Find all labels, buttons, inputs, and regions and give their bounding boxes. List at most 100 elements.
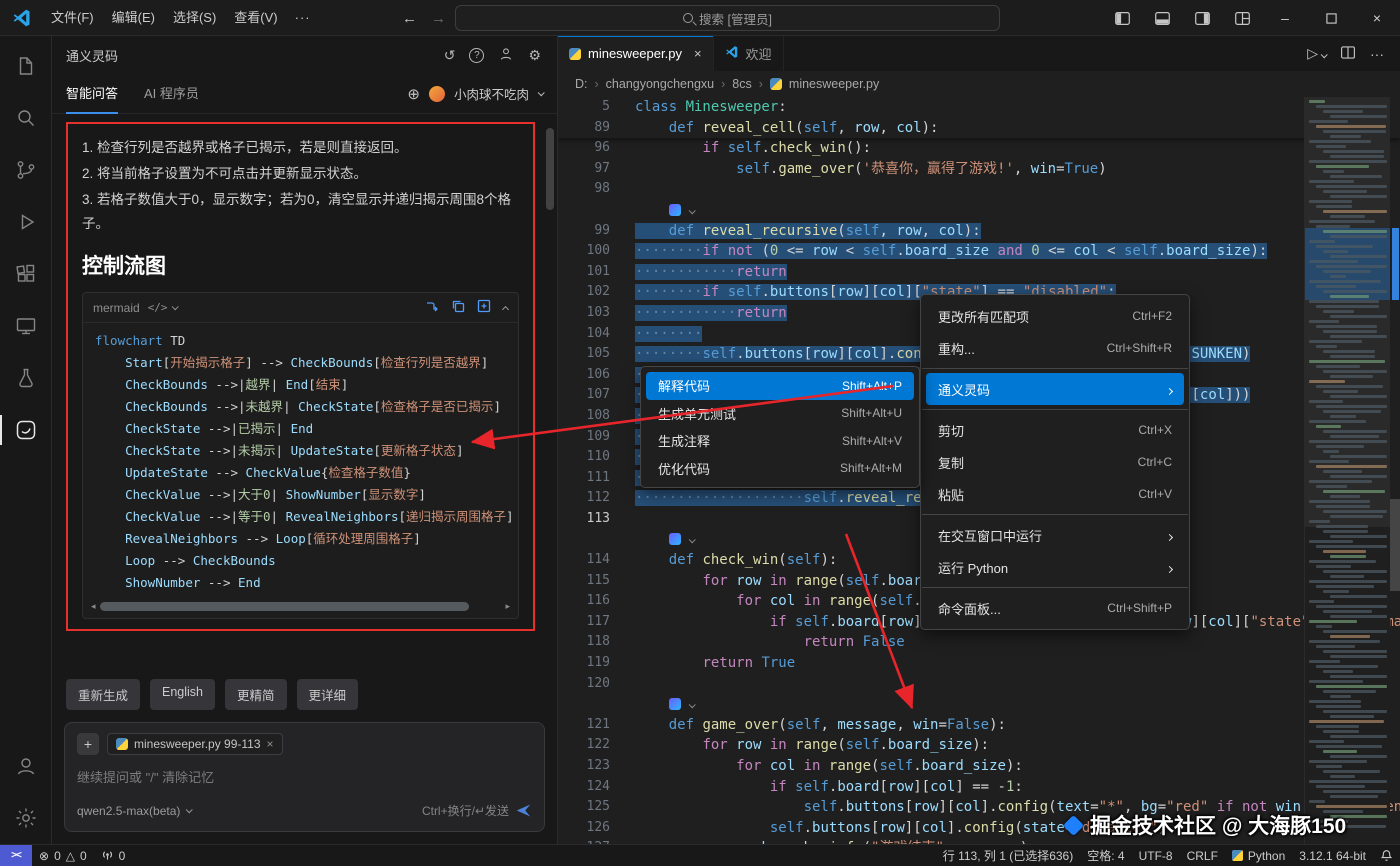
context-menu-item[interactable]: 在交互窗口中运行 — [926, 519, 1184, 551]
code-line[interactable]: 98 — [558, 179, 1400, 200]
menubar-item[interactable]: 编辑(E) — [103, 0, 164, 36]
code-horizontal-scrollbar[interactable]: ◂ ▸ — [91, 601, 510, 611]
chip-close-icon[interactable]: × — [267, 737, 274, 751]
mermaid-source[interactable]: flowchart TD Start[开始揭示格子] --> CheckBoun… — [83, 323, 518, 596]
context-menu-item[interactable]: 更改所有匹配项 Ctrl+F2 — [926, 300, 1184, 332]
code-line[interactable]: 120 — [558, 674, 1400, 695]
code-line[interactable]: 126 self.buttons[row][col].config(state=… — [558, 818, 1400, 839]
remote-explorer-icon[interactable] — [0, 300, 51, 352]
add-context-button[interactable]: + — [77, 733, 99, 755]
new-chat-icon[interactable]: ⊕ — [407, 85, 420, 103]
sidebar-tab[interactable]: AI 程序员 — [144, 74, 199, 114]
context-menu-item[interactable]: 剪切 Ctrl+X — [926, 414, 1184, 446]
notifications-bell-icon[interactable] — [1373, 845, 1400, 866]
account-icon[interactable] — [0, 740, 51, 792]
code-line[interactable]: 97 self.game_over('恭喜你，赢得了游戏!', win=True… — [558, 159, 1400, 180]
tongyi-menu-item[interactable]: 生成单元测试 Shift+Alt+U — [646, 400, 914, 428]
status-bar-item[interactable]: 3.12.1 64-bit — [1292, 845, 1373, 866]
preview-flow-icon[interactable] — [425, 299, 439, 316]
tongyi-menu-item[interactable]: 生成注释 Shift+Alt+V — [646, 427, 914, 455]
source-control-icon[interactable] — [0, 144, 51, 196]
tongyi-inline-icon[interactable] — [669, 533, 681, 546]
editor-scrollbar[interactable] — [1390, 97, 1400, 844]
context-menu-item[interactable]: 通义灵码 — [926, 373, 1184, 405]
answer-action-button[interactable]: 更详细 — [296, 679, 359, 710]
breadcrumb-item[interactable]: 8cs — [732, 77, 751, 91]
ai-hint-row[interactable] — [558, 694, 1400, 715]
editor-tab[interactable]: 欢迎 — [714, 36, 784, 71]
titlebar-search[interactable]: 搜索 [管理员] — [455, 5, 1000, 31]
search-sidebar-icon[interactable] — [0, 92, 51, 144]
code-line[interactable]: 96 if self.check_win(): — [558, 138, 1400, 159]
context-menu-item[interactable]: 运行 Python — [926, 551, 1184, 583]
customize-layout-icon[interactable] — [1222, 0, 1262, 36]
status-bar-item[interactable]: Python — [1225, 845, 1292, 866]
answer-action-button[interactable]: English — [150, 679, 216, 710]
status-bar-item[interactable]: 空格: 4 — [1080, 845, 1131, 866]
minimize-button[interactable]: – — [1262, 0, 1308, 36]
nav-back-icon[interactable]: ← — [402, 10, 417, 27]
help-icon[interactable]: ? — [469, 47, 485, 63]
user-menu[interactable]: 小肉球不吃肉 — [454, 84, 529, 103]
code-line[interactable]: 118 return False — [558, 632, 1400, 653]
tongyi-menu-item[interactable]: 优化代码 Shift+Alt+M — [646, 455, 914, 483]
ports-indicator[interactable]: 0 — [94, 845, 133, 866]
history-icon[interactable]: ↺ — [444, 47, 456, 64]
run-debug-icon[interactable] — [0, 196, 51, 248]
chevron-down-icon[interactable] — [537, 89, 545, 97]
toggle-sidebar-icon[interactable] — [1102, 0, 1142, 36]
feedback-icon[interactable] — [498, 46, 514, 65]
nav-forward-icon[interactable]: → — [431, 10, 446, 27]
sidebar-settings-icon[interactable]: ⚙ — [528, 47, 541, 64]
answer-action-button[interactable]: 更精简 — [225, 679, 287, 710]
tongyi-inline-icon[interactable] — [669, 698, 681, 711]
sidebar-scrollbar[interactable] — [546, 128, 554, 210]
chat-input-box[interactable]: + minesweeper.py 99-113 × 继续提问或 "/" 清除记忆… — [64, 722, 545, 832]
context-menu-item[interactable]: 命令面板... Ctrl+Shift+P — [926, 592, 1184, 624]
menubar-item[interactable]: 文件(F) — [42, 0, 103, 36]
tongyi-inline-icon[interactable] — [669, 203, 681, 216]
chevron-down-icon[interactable] — [688, 202, 696, 218]
breadcrumb-item[interactable]: minesweeper.py — [789, 77, 879, 91]
status-bar-item[interactable]: 行 113, 列 1 (已选择636) — [936, 845, 1081, 866]
scroll-right-icon[interactable]: ▸ — [505, 601, 510, 612]
sidebar-tab[interactable]: 智能问答 — [66, 74, 119, 114]
context-menu-item[interactable]: 粘贴 Ctrl+V — [926, 478, 1184, 510]
chevron-down-icon[interactable] — [688, 531, 696, 547]
toggle-panel-icon[interactable] — [1142, 0, 1182, 36]
code-line[interactable]: 124 if self.board[row][col] == -1: — [558, 777, 1400, 798]
code-line[interactable]: 5 class Minesweeper: — [558, 97, 1400, 118]
ai-hint-row[interactable] — [558, 200, 1400, 221]
menubar-item[interactable]: 选择(S) — [164, 0, 225, 36]
split-editor-icon[interactable] — [1341, 45, 1355, 62]
tongyi-lingma-icon[interactable] — [0, 404, 51, 456]
menubar-item[interactable]: 查看(V) — [225, 0, 286, 36]
chevron-down-icon[interactable] — [688, 696, 696, 712]
close-button[interactable]: × — [1354, 0, 1400, 36]
context-chip[interactable]: minesweeper.py 99-113 × — [107, 733, 283, 755]
scrollbar-thumb[interactable] — [1390, 499, 1400, 591]
code-line[interactable]: 100 ········if not (0 <= row < self.board… — [558, 241, 1400, 262]
editor-tab[interactable]: minesweeper.py × — [558, 36, 714, 71]
code-line[interactable]: 122 for row in range(self.board_size): — [558, 735, 1400, 756]
tab-close-icon[interactable]: × — [694, 46, 702, 61]
context-menu-item[interactable]: 复制 Ctrl+C — [926, 446, 1184, 478]
status-bar-item[interactable]: CRLF — [1180, 845, 1225, 866]
chat-input-placeholder[interactable]: 继续提问或 "/" 清除记忆 — [77, 767, 532, 786]
model-selector[interactable]: qwen2.5-max(beta) — [77, 804, 180, 818]
code-line[interactable]: 119 return True — [558, 653, 1400, 674]
code-line[interactable]: 125 self.buttons[row][col].config(text="… — [558, 797, 1400, 818]
explorer-icon[interactable] — [0, 40, 51, 92]
insert-code-icon[interactable] — [477, 299, 491, 316]
send-icon[interactable] — [515, 802, 532, 819]
problems-indicator[interactable]: ⊗ 0 △ 0 — [32, 845, 94, 866]
breadcrumb-item[interactable]: D: — [575, 77, 588, 91]
code-line[interactable]: 123 for col in range(self.board_size): — [558, 756, 1400, 777]
context-menu-item[interactable]: 重构... Ctrl+Shift+R — [926, 332, 1184, 364]
maximize-button[interactable] — [1308, 0, 1354, 36]
copy-icon[interactable] — [451, 299, 465, 316]
breadcrumb-item[interactable]: changyongchengxu — [606, 77, 714, 91]
minimap[interactable] — [1304, 97, 1390, 844]
code-line[interactable]: 127 messagebox.showinfo("游戏结束", message) — [558, 838, 1400, 844]
settings-gear-icon[interactable] — [0, 792, 51, 844]
